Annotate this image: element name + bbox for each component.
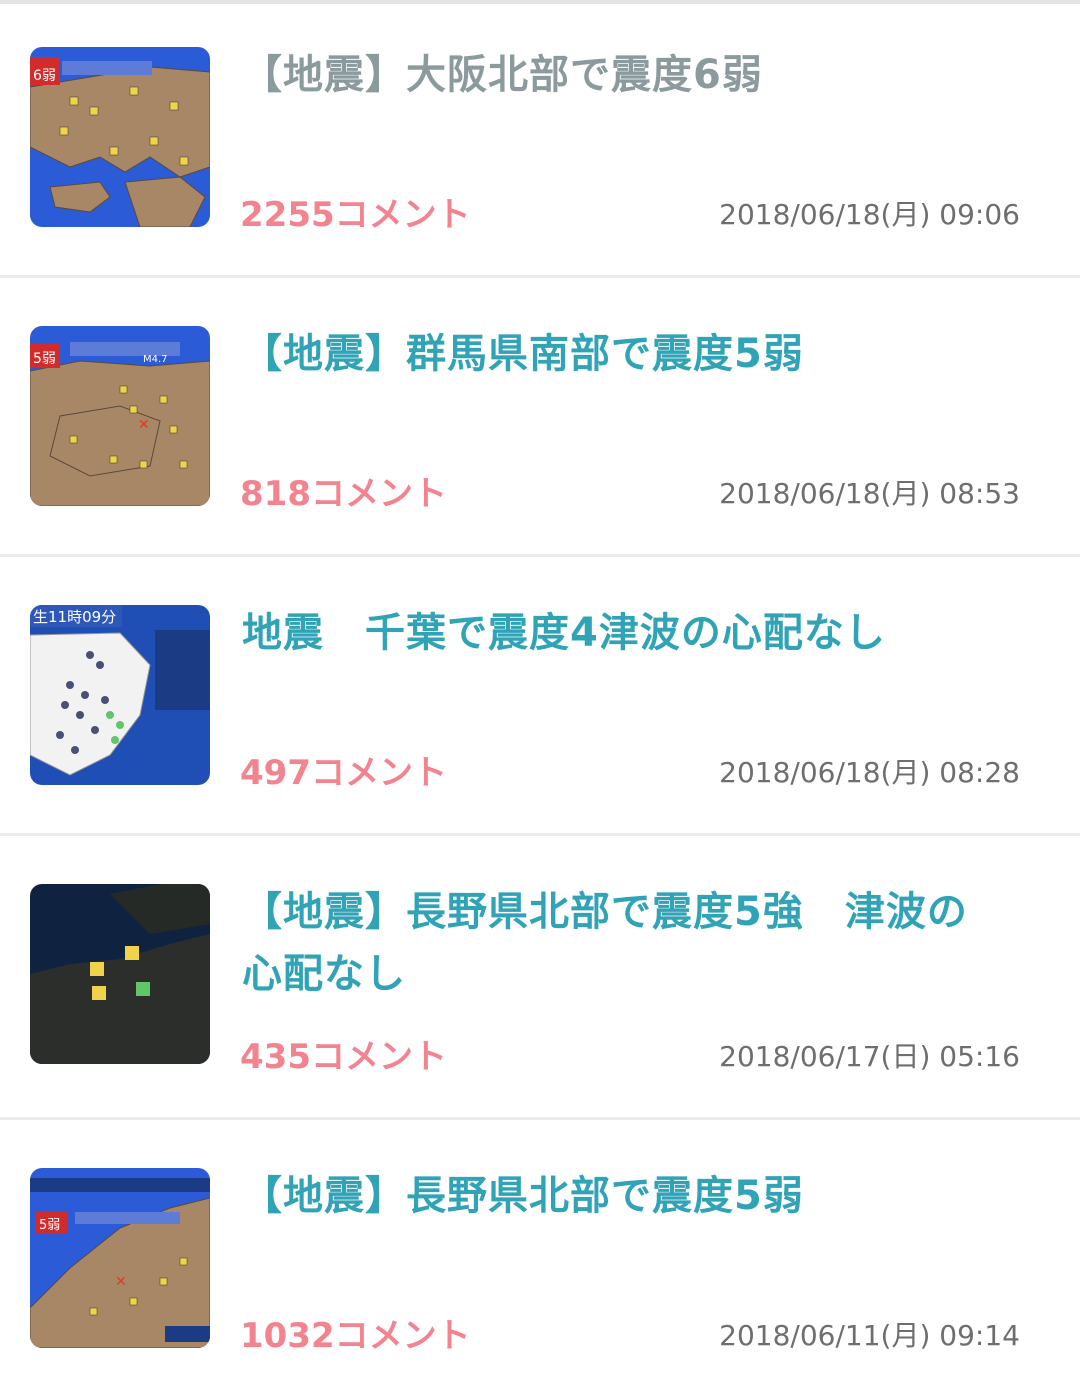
article-title[interactable]: 【地震】大阪北部で震度6弱 — [242, 44, 1042, 106]
comment-count[interactable]: 435コメント — [240, 1029, 447, 1078]
article-title[interactable]: 【地震】長野県北部で震度5弱 — [242, 1165, 1042, 1227]
post-date: 2018/06/18(月) 09:06 — [719, 198, 1020, 231]
post-date: 2018/06/18(月) 08:53 — [719, 477, 1020, 510]
svg-text:M4.7: M4.7 — [143, 354, 168, 365]
article-title[interactable]: 【地震】長野県北部で震度5強 津波の心配なし — [242, 881, 1002, 1005]
svg-text:5弱: 5弱 — [33, 351, 56, 367]
comment-count[interactable]: 818コメント — [240, 466, 447, 515]
comment-count[interactable]: 497コメント — [240, 745, 447, 794]
list-item[interactable]: 生11時09分 地震 千葉で震度4津波の心配なし 497コメント 2018/06… — [0, 557, 1080, 836]
svg-text:生11時09分: 生11時09分 — [33, 608, 116, 626]
list-item[interactable]: 【地震】長野県北部で震度5強 津波の心配なし 435コメント 2018/06/1… — [0, 836, 1080, 1120]
earthquake-map-thumbnail: 6弱 — [30, 47, 210, 227]
post-date: 2018/06/11(月) 09:14 — [719, 1319, 1020, 1352]
list-item[interactable]: 5弱 M4.7 ✕ 【地震】群馬県南部で震度5弱 818コメント 2018/06… — [0, 278, 1080, 557]
svg-text:✕: ✕ — [115, 1274, 127, 1290]
article-title[interactable]: 地震 千葉で震度4津波の心配なし — [242, 602, 1042, 664]
earthquake-map-thumbnail: 5弱 ✕ — [30, 1168, 210, 1348]
list-item[interactable]: 5弱 ✕ 【地震】長野県北部で震度5弱 1032コメント 2018/06/11(… — [0, 1120, 1080, 1399]
svg-text:✕: ✕ — [138, 417, 150, 433]
comment-count[interactable]: 2255コメント — [240, 187, 471, 236]
earthquake-map-thumbnail: 5弱 M4.7 ✕ — [30, 326, 210, 506]
earthquake-map-thumbnail: 生11時09分 — [30, 605, 210, 785]
post-date: 2018/06/17(日) 05:16 — [719, 1040, 1020, 1073]
earthquake-map-thumbnail — [30, 884, 210, 1064]
article-title[interactable]: 【地震】群馬県南部で震度5弱 — [242, 323, 1042, 385]
list-item[interactable]: 6弱 【地震】大阪北部で震度6弱 2255コメント 2018/06/18(月) … — [0, 4, 1080, 278]
post-date: 2018/06/18(月) 08:28 — [719, 756, 1020, 789]
svg-text:5弱: 5弱 — [39, 1218, 60, 1233]
comment-count[interactable]: 1032コメント — [240, 1308, 471, 1357]
svg-text:6弱: 6弱 — [33, 68, 56, 84]
